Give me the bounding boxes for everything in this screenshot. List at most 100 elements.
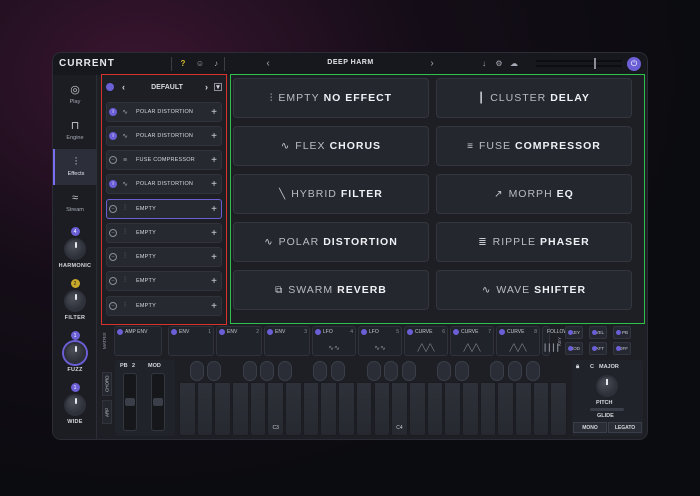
piano-white-key[interactable] bbox=[285, 382, 302, 436]
chain-slot[interactable]: i ∿ POLAR DISTORTION + bbox=[106, 174, 222, 194]
piano-black-key[interactable] bbox=[366, 361, 381, 381]
piano-white-key[interactable] bbox=[461, 382, 479, 436]
piano-white-key[interactable] bbox=[249, 382, 267, 436]
piano-black-key[interactable] bbox=[437, 361, 452, 381]
effect-card[interactable]: ↗ MORPH EQ bbox=[436, 174, 632, 214]
effect-card[interactable]: ╲ HYBRID FILTER bbox=[233, 174, 429, 214]
add-icon[interactable]: + bbox=[209, 155, 219, 166]
add-icon[interactable]: + bbox=[209, 107, 219, 118]
mod-slot[interactable]: CURVE 7 ╱╲╱╲ bbox=[450, 326, 494, 356]
pb-value[interactable]: 2 bbox=[132, 363, 135, 369]
add-icon[interactable]: + bbox=[209, 204, 219, 215]
piano-black-key[interactable] bbox=[242, 361, 257, 381]
piano-white-key[interactable] bbox=[373, 382, 391, 436]
filter-knob[interactable] bbox=[64, 290, 86, 312]
piano-white-key[interactable] bbox=[479, 382, 497, 436]
mod-slot[interactable]: ENV 2 bbox=[216, 326, 262, 356]
piano-white-key[interactable]: C3 bbox=[267, 382, 285, 436]
chain-slot[interactable]: – ≡ FUSE COMPRESSOR + bbox=[106, 150, 222, 170]
slot-power-icon[interactable]: – bbox=[109, 205, 117, 213]
piano-white-key[interactable] bbox=[444, 382, 461, 436]
pitch-bend-wheel[interactable] bbox=[123, 373, 137, 431]
power-button[interactable]: ⏻ bbox=[627, 57, 641, 71]
piano-white-key[interactable] bbox=[320, 382, 338, 436]
next-preset-icon[interactable]: › bbox=[426, 57, 438, 70]
effect-card[interactable]: ⫶ EMPTY NO EFFECT bbox=[233, 78, 429, 118]
mod-wheel[interactable] bbox=[151, 373, 165, 431]
effect-card[interactable]: ≡ FUSE COMPRESSOR bbox=[436, 126, 632, 166]
add-icon[interactable]: + bbox=[209, 252, 219, 263]
slot-power-icon[interactable]: i bbox=[109, 132, 117, 140]
piano-black-key[interactable] bbox=[260, 361, 275, 381]
chain-slot[interactable]: – ⫶ EMPTY + bbox=[106, 247, 222, 267]
piano-black-key[interactable] bbox=[331, 361, 346, 381]
mod-source-button[interactable]: AFT bbox=[589, 342, 607, 355]
chain-slot[interactable]: – ⫶ EMPTY + bbox=[106, 296, 222, 316]
mod-slot[interactable]: AMP ENV bbox=[114, 326, 162, 356]
mod-slot[interactable]: LFO 4 ∿∿ bbox=[312, 326, 356, 356]
scale-name[interactable]: MAJOR bbox=[599, 364, 619, 370]
chain-title[interactable]: DEFAULT bbox=[139, 84, 195, 91]
piano-black-key[interactable] bbox=[525, 361, 540, 381]
piano-white-key[interactable] bbox=[532, 382, 550, 436]
slot-power-icon[interactable]: – bbox=[109, 253, 117, 261]
effect-card[interactable]: ∿ WAVE SHIFTER bbox=[436, 270, 632, 310]
piano-black-key[interactable] bbox=[401, 361, 416, 381]
tab-chord[interactable]: CHORD bbox=[102, 372, 112, 396]
piano-white-key[interactable] bbox=[426, 382, 444, 436]
chain-slot[interactable]: i ∿ POLAR DISTORTION + bbox=[106, 102, 222, 122]
mod-source-button[interactable]: OFF bbox=[613, 342, 631, 355]
effect-card[interactable]: ┃ CLUSTER DELAY bbox=[436, 78, 632, 118]
pitch-knob[interactable] bbox=[596, 375, 618, 397]
slot-power-icon[interactable]: – bbox=[109, 277, 117, 285]
nav-engine[interactable]: ⊓ Engine bbox=[53, 113, 97, 149]
slot-power-icon[interactable]: – bbox=[109, 229, 117, 237]
chain-slot[interactable]: i ∿ POLAR DISTORTION + bbox=[106, 126, 222, 146]
mod-slot[interactable]: ENV 1 bbox=[168, 326, 214, 356]
add-icon[interactable]: + bbox=[209, 276, 219, 287]
nav-stream[interactable]: ≈ Stream bbox=[53, 185, 97, 221]
mono-button[interactable]: MONO bbox=[573, 422, 607, 433]
mod-slot[interactable]: CURVE 6 ╱╲╱╲ bbox=[404, 326, 448, 356]
piano-black-key[interactable] bbox=[384, 361, 399, 381]
piano-white-key[interactable] bbox=[338, 382, 355, 436]
slot-power-icon[interactable]: – bbox=[109, 156, 117, 164]
piano-white-key[interactable] bbox=[497, 382, 514, 436]
fuzz-knob[interactable] bbox=[64, 342, 86, 364]
mod-slot[interactable]: LFO 5 ∿∿ bbox=[358, 326, 402, 356]
key-root[interactable]: C bbox=[590, 364, 594, 370]
cloud-icon[interactable]: ☁ bbox=[508, 57, 520, 70]
gear-icon[interactable]: ⚙ bbox=[493, 57, 505, 70]
effect-card[interactable]: ∿ POLAR DISTORTION bbox=[233, 222, 429, 262]
glide-slider[interactable] bbox=[590, 408, 624, 411]
piano-white-key[interactable] bbox=[214, 382, 232, 436]
mod-source-button[interactable]: KEY bbox=[565, 326, 583, 339]
slot-power-icon[interactable]: – bbox=[109, 302, 117, 310]
chain-slot[interactable]: – ⫶ EMPTY + bbox=[106, 271, 222, 291]
nav-play[interactable]: ◎ Play bbox=[53, 77, 97, 113]
effect-card[interactable]: ∿ FLEX CHORUS bbox=[233, 126, 429, 166]
save-chain-icon[interactable]: ▾ bbox=[214, 83, 222, 91]
chain-power-icon[interactable] bbox=[106, 83, 114, 91]
piano-white-key[interactable] bbox=[179, 382, 196, 436]
piano-white-key[interactable] bbox=[302, 382, 320, 436]
tab-arp[interactable]: ARP bbox=[102, 400, 112, 424]
mod-slot[interactable]: FOLLOW9┃┃┃┃ bbox=[542, 326, 573, 356]
piano-white-key[interactable] bbox=[355, 382, 373, 436]
slot-power-icon[interactable]: i bbox=[109, 180, 117, 188]
legato-button[interactable]: LEGATO bbox=[608, 422, 642, 433]
piano-white-key[interactable] bbox=[550, 382, 567, 436]
piano-white-key[interactable] bbox=[196, 382, 214, 436]
add-icon[interactable]: + bbox=[209, 131, 219, 142]
mod-source-button[interactable]: MOD bbox=[565, 342, 583, 355]
wide-knob[interactable] bbox=[64, 394, 86, 416]
nav-effects[interactable]: ⫶ Effects bbox=[53, 149, 97, 185]
effect-card[interactable]: ≣ RIPPLE PHASER bbox=[436, 222, 632, 262]
piano-black-key[interactable] bbox=[278, 361, 293, 381]
preset-name[interactable]: DEEP HARM bbox=[303, 59, 398, 66]
mod-source-button[interactable]: PB bbox=[613, 326, 631, 339]
mod-slot[interactable]: ENV 3 bbox=[264, 326, 310, 356]
piano-white-key[interactable]: C4 bbox=[391, 382, 408, 436]
piano-black-key[interactable] bbox=[454, 361, 469, 381]
piano-white-key[interactable] bbox=[232, 382, 249, 436]
